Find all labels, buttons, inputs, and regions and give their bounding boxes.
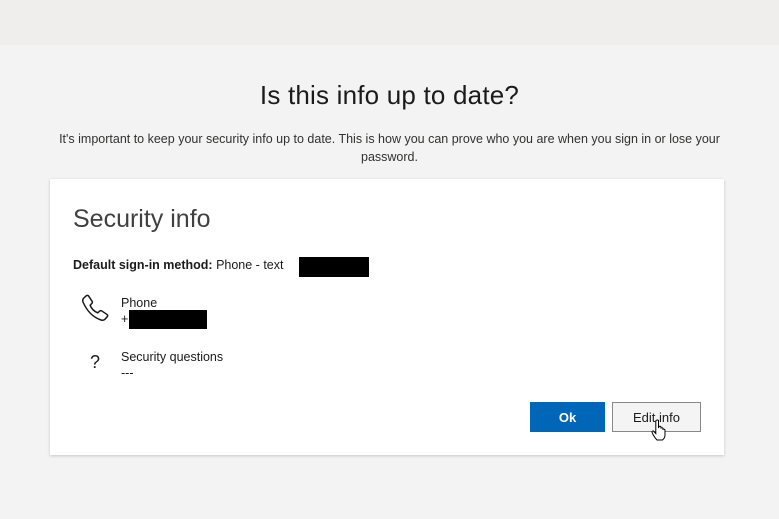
question-mark-icon: ? <box>89 351 100 372</box>
method-name-security-questions: Security questions <box>121 350 224 364</box>
method-name-phone: Phone <box>121 296 158 310</box>
default-method-label: Default sign-in method: <box>73 258 213 272</box>
redaction-box <box>299 257 369 277</box>
redaction-box <box>129 310 207 329</box>
card-title: Security info <box>73 205 211 233</box>
page-title: Is this info up to date? <box>259 80 520 110</box>
page-description: It's important to keep your security inf… <box>59 132 720 164</box>
edit-info-button[interactable]: Edit info <box>612 402 701 432</box>
default-method-value: Phone - text <box>216 258 284 272</box>
security-info-card: Security info Default sign-in method: Ph… <box>50 179 724 455</box>
top-band <box>0 0 779 45</box>
default-sign-in-method: Default sign-in method: Phone - text <box>73 258 283 272</box>
method-row-phone: Phone + <box>73 292 473 332</box>
method-detail-phone: + <box>121 312 129 326</box>
ok-button[interactable]: Ok <box>530 402 605 432</box>
phone-icon <box>79 292 111 324</box>
method-row-security-questions: ? Security questions --- <box>73 346 473 386</box>
method-detail-security-questions: --- <box>121 366 134 380</box>
